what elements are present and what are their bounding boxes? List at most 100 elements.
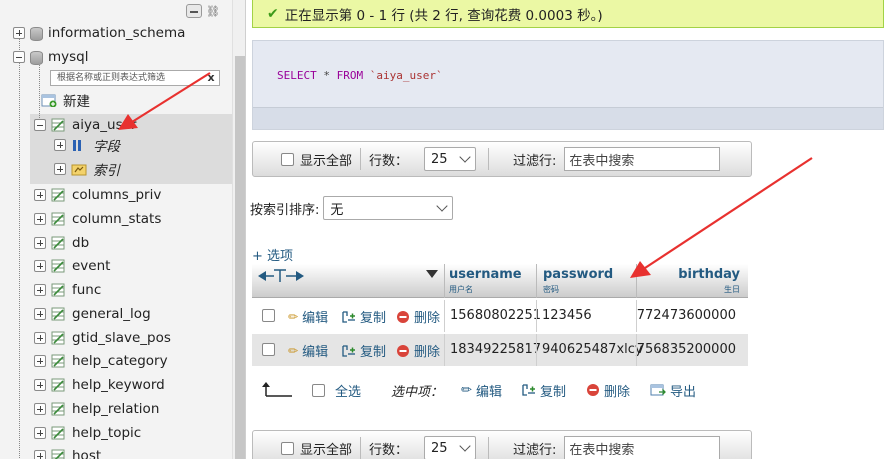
bulk-copy-button[interactable]: 复制 — [522, 381, 566, 400]
table-row: ✏ 编辑 复制 删除 18349225817 940625487xlcy 756835200… — [252, 334, 748, 366]
expand-icon[interactable] — [34, 212, 46, 225]
rows-per-page-select[interactable]: 25 — [424, 147, 477, 171]
column-header-username[interactable]: username 用户名 — [444, 264, 536, 298]
table-item[interactable]: host — [34, 445, 101, 459]
navigation-scrollbar[interactable] — [232, 0, 245, 459]
delete-row-button[interactable]: 删除 — [396, 307, 440, 326]
table-item[interactable]: help_category — [34, 350, 168, 372]
row-checkbox[interactable] — [262, 309, 275, 322]
table-name[interactable]: host — [72, 448, 101, 459]
rows-per-page-select-bottom[interactable]: 25 — [424, 436, 477, 459]
expand-icon[interactable] — [34, 260, 46, 273]
table-name[interactable]: func — [72, 282, 101, 298]
database-item-mysql[interactable]: mysql — [13, 46, 89, 68]
table-name[interactable]: event — [72, 258, 110, 274]
table-name[interactable]: column_stats — [72, 211, 161, 227]
database-name[interactable]: mysql — [48, 49, 89, 65]
edit-row-button[interactable]: ✏ 编辑 — [288, 341, 328, 361]
cell-birthday[interactable]: 756835200000 — [637, 342, 736, 357]
new-table-item[interactable]: 新建 — [36, 89, 90, 111]
scrollbar-thumb[interactable] — [235, 56, 245, 459]
collapse-icon[interactable] — [13, 51, 25, 63]
table-item[interactable]: db — [34, 232, 89, 254]
database-name[interactable]: information_schema — [48, 25, 185, 41]
expand-icon[interactable] — [54, 163, 66, 175]
filter-rows-input-bottom[interactable]: 在表中搜索 — [564, 436, 721, 459]
table-item[interactable]: column_stats — [34, 208, 161, 230]
link-icon[interactable]: ⛓ — [206, 5, 222, 18]
bulk-export-button[interactable]: 导出 — [650, 381, 696, 400]
sql-query-box: SELECT * FROM `aiya_user` — [252, 40, 884, 130]
table-item[interactable]: columns_priv — [34, 184, 161, 206]
table-name[interactable]: gtid_slave_pos — [72, 330, 171, 346]
cell-username[interactable]: 15680802251 — [450, 308, 541, 323]
table-columns-item[interactable]: 字段 — [54, 134, 120, 156]
sql-query[interactable]: SELECT * FROM `aiya_user` — [277, 69, 443, 82]
show-all-checkbox-bottom[interactable] — [281, 441, 294, 455]
indexes-label[interactable]: 索引 — [93, 159, 120, 179]
table-name[interactable]: aiya_user — [72, 117, 136, 133]
expand-icon[interactable] — [34, 189, 46, 201]
column-move-arrows-icon[interactable] — [256, 269, 306, 283]
copy-row-button[interactable]: 复制 — [342, 307, 386, 326]
delete-row-button[interactable]: 删除 — [396, 341, 440, 360]
table-name[interactable]: help_relation — [72, 401, 159, 417]
table-filter-input[interactable]: 根据名称或正则表达式筛选 — [50, 70, 220, 86]
expand-icon[interactable] — [34, 284, 46, 296]
expand-icon[interactable] — [34, 402, 46, 415]
database-item-information-schema[interactable]: information_schema — [13, 22, 185, 44]
new-table-label[interactable]: 新建 — [63, 90, 90, 110]
filter-rows-input[interactable]: 在表中搜索 — [564, 147, 721, 171]
show-all-label-bottom[interactable]: 显示全部 — [300, 439, 352, 458]
copy-icon — [342, 310, 355, 323]
table-name[interactable]: help_keyword — [72, 377, 165, 393]
check-all-checkbox[interactable] — [312, 383, 325, 397]
table-name[interactable]: columns_priv — [72, 187, 161, 203]
bulk-delete-button[interactable]: 删除 — [586, 381, 630, 400]
table-name[interactable]: general_log — [72, 306, 151, 322]
expand-icon[interactable] — [13, 27, 25, 39]
delete-icon — [397, 310, 409, 323]
cell-username[interactable]: 18349225817 — [450, 342, 541, 357]
table-item[interactable]: func — [34, 279, 101, 301]
expand-icon[interactable] — [34, 379, 46, 391]
bulk-edit-button[interactable]: ✏ 编辑 — [461, 381, 502, 400]
table-item[interactable]: help_relation — [34, 398, 159, 420]
column-header-birthday[interactable]: birthday 生日 — [636, 264, 748, 298]
expand-icon[interactable] — [34, 307, 46, 320]
copy-row-button[interactable]: 复制 — [342, 341, 386, 360]
cell-password[interactable]: 123456 — [542, 308, 592, 323]
show-all-checkbox[interactable] — [281, 152, 294, 166]
row-checkbox[interactable] — [262, 343, 275, 356]
cell-password[interactable]: 940625487xlcy — [542, 342, 643, 357]
collapse-icon[interactable] — [34, 119, 46, 131]
options-link[interactable]: + 选项 — [252, 245, 293, 264]
table-indexes-item[interactable]: 索引 — [54, 158, 120, 180]
expand-icon[interactable] — [34, 426, 46, 439]
table-item[interactable]: general_log — [34, 303, 151, 325]
edit-row-button[interactable]: ✏ 编辑 — [288, 307, 328, 327]
check-all-label[interactable]: 全选 — [335, 381, 361, 400]
expand-icon[interactable] — [54, 139, 66, 151]
sort-triangle-icon[interactable] — [426, 270, 438, 278]
table-item[interactable]: help_topic — [34, 422, 141, 444]
expand-icon[interactable] — [34, 450, 46, 459]
table-name[interactable]: db — [72, 235, 89, 251]
cell-birthday[interactable]: 772473600000 — [637, 308, 736, 323]
clear-filter-button[interactable]: x — [204, 70, 218, 86]
table-name[interactable]: help_category — [72, 353, 168, 369]
expand-icon[interactable] — [34, 355, 46, 368]
show-all-label[interactable]: 显示全部 — [300, 150, 352, 169]
table-item[interactable]: event — [34, 255, 110, 277]
table-name[interactable]: help_topic — [72, 425, 141, 441]
table-item-aiya-user[interactable]: aiya_user — [34, 114, 136, 136]
table-item[interactable]: gtid_slave_pos — [34, 327, 171, 349]
query-options-bar — [253, 107, 883, 129]
table-item[interactable]: help_keyword — [34, 374, 165, 396]
column-header-password[interactable]: password 密码 — [536, 264, 636, 298]
expand-icon[interactable] — [34, 236, 46, 249]
expand-icon[interactable] — [34, 331, 46, 344]
collapse-all-icon[interactable] — [186, 4, 202, 18]
columns-label[interactable]: 字段 — [93, 135, 120, 155]
sort-by-key-select[interactable]: 无 — [323, 196, 454, 220]
